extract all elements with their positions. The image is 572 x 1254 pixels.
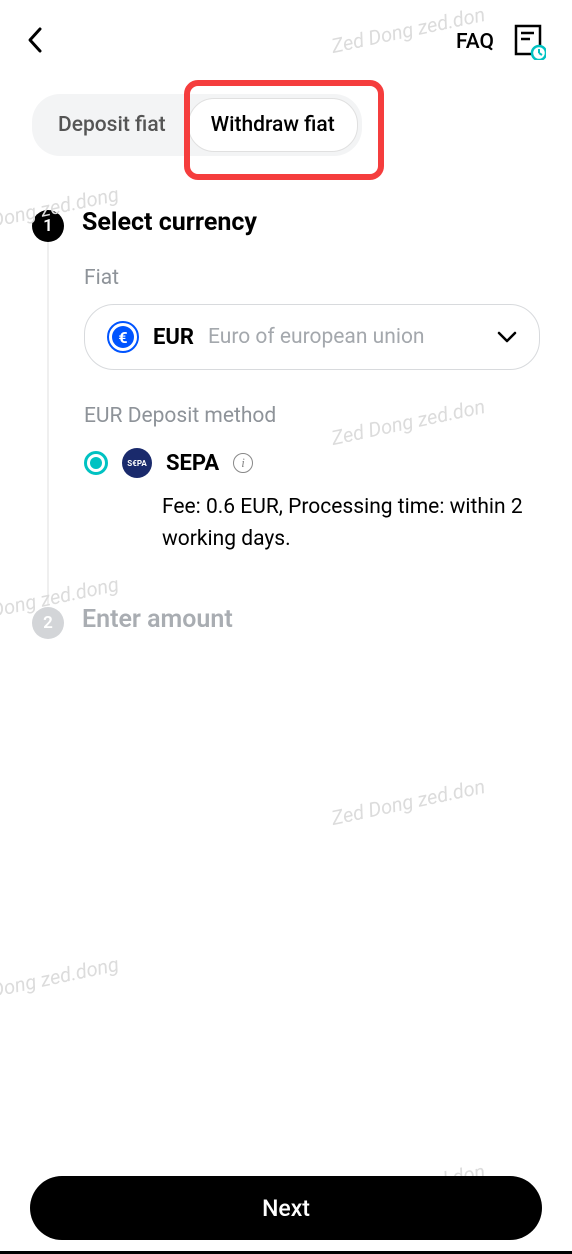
faq-link[interactable]: FAQ — [456, 30, 494, 54]
step-title-enter-amount: Enter amount — [82, 605, 233, 634]
watermark: Zed Dong zed.don — [329, 774, 487, 830]
currency-code: EUR — [153, 325, 194, 350]
currency-name: Euro of european union — [208, 325, 483, 349]
watermark: Dong zed.dong — [0, 952, 121, 1002]
header-right: FAQ — [456, 24, 546, 60]
sepa-badge-icon: S€PA — [122, 448, 152, 478]
step-title-select-currency: Select currency — [82, 208, 257, 237]
tabs-container: Deposit fiat Withdraw fiat — [0, 78, 572, 172]
step-1-header: 1 Select currency — [32, 208, 540, 242]
step-number-1: 1 — [32, 210, 64, 242]
fiat-label: Fiat — [84, 266, 540, 290]
radio-inner — [90, 457, 102, 469]
radio-sepa[interactable] — [84, 451, 108, 475]
currency-select[interactable]: € EUR Euro of european union — [84, 304, 540, 370]
deposit-method-label: EUR Deposit method — [84, 404, 540, 428]
tab-withdraw-fiat[interactable]: Withdraw fiat — [188, 98, 358, 152]
header: FAQ — [0, 0, 572, 78]
svg-text:€: € — [118, 328, 127, 347]
info-icon[interactable]: i — [233, 453, 253, 473]
chevron-down-icon — [497, 331, 517, 343]
document-clock-icon[interactable] — [512, 24, 546, 60]
next-button[interactable]: Next — [30, 1176, 542, 1240]
tab-deposit-fiat[interactable]: Deposit fiat — [36, 99, 188, 151]
method-description: Fee: 0.6 EUR, Processing time: within 2 … — [162, 492, 540, 555]
method-row-sepa: S€PA SEPA i — [84, 448, 540, 478]
step-number-2: 2 — [32, 607, 64, 639]
chevron-left-icon — [26, 26, 44, 54]
step-1-body: Fiat € EUR Euro of european union EUR De… — [47, 242, 540, 605]
euro-icon: € — [107, 321, 139, 353]
step-2-header: 2 Enter amount — [32, 605, 540, 639]
tabs: Deposit fiat Withdraw fiat — [32, 94, 362, 156]
back-button[interactable] — [26, 26, 44, 58]
steps-container: 1 Select currency Fiat € EUR Euro of eur… — [0, 172, 572, 639]
method-name-sepa: SEPA — [166, 451, 219, 476]
